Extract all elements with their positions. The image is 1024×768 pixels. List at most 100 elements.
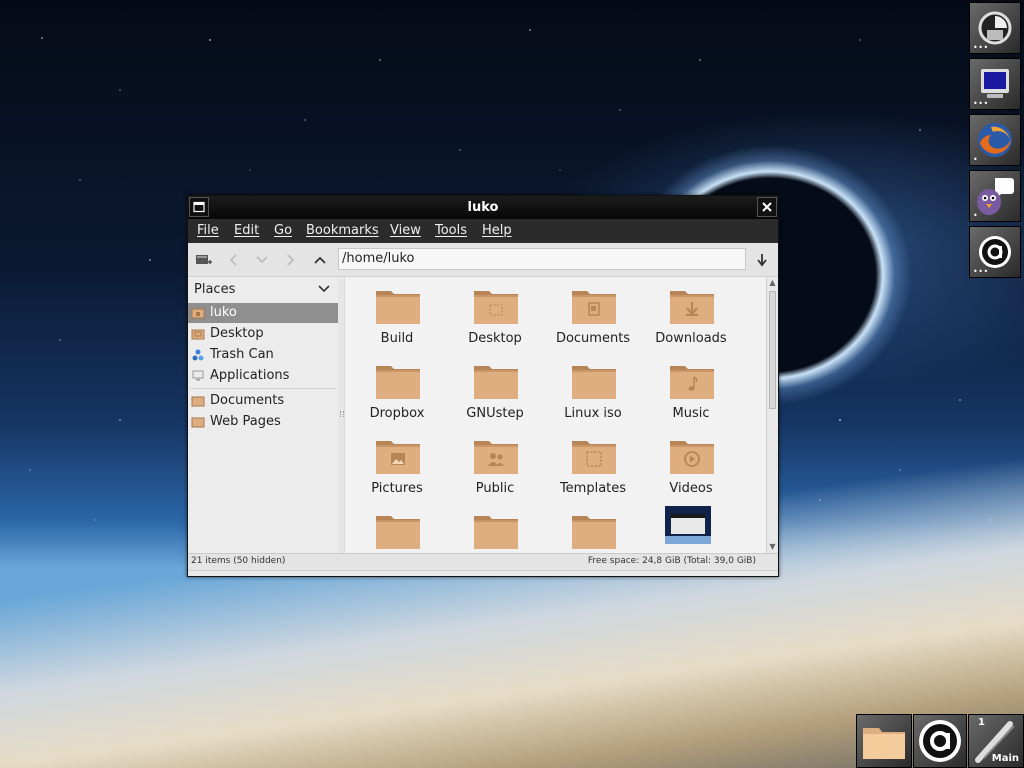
menu-file[interactable]: File	[197, 219, 219, 243]
workspace-number: 1	[978, 717, 985, 728]
menu-tools[interactable]: Tools	[435, 219, 467, 243]
sidebar-item-trash[interactable]: Trash Can	[188, 345, 338, 365]
dock-a-app-bottom[interactable]	[913, 714, 967, 768]
parent-folder-button[interactable]	[308, 248, 332, 272]
location-field[interactable]: /home/luko	[338, 248, 746, 270]
file-item-label: Documents	[555, 331, 631, 346]
folder-icon	[376, 516, 420, 549]
window-menu-button[interactable]	[189, 197, 209, 217]
close-icon	[762, 202, 772, 212]
menu-view[interactable]: View	[390, 219, 421, 243]
scroll-up-arrow[interactable]: ▲	[768, 278, 777, 288]
a-app-dock-icon	[919, 720, 961, 762]
dock-workspace-clip[interactable]: 1 Main	[968, 714, 1024, 768]
close-button[interactable]	[757, 197, 777, 217]
folder-icon	[191, 417, 205, 428]
file-item-label: Desktop	[468, 331, 522, 346]
file-item-label: Downloads	[655, 331, 727, 346]
window-resize-bar[interactable]	[188, 570, 778, 576]
places-header[interactable]: Places	[188, 277, 338, 303]
history-dropdown-button[interactable]	[250, 248, 274, 272]
file-item-label: Videos	[669, 481, 713, 496]
sidebar-item-luko[interactable]: luko	[188, 303, 338, 323]
sidebar-item-applications[interactable]: Applications	[188, 366, 338, 386]
sidebar-item-label: Desktop	[210, 326, 264, 341]
menu-bar: File Edit Go Bookmarks View Tools Help	[188, 219, 778, 243]
dock-monitor[interactable]: • • •	[969, 58, 1021, 110]
file-item[interactable]: Videos	[643, 429, 739, 501]
file-item-label: Templates	[559, 481, 627, 496]
chevron-up-icon	[314, 256, 326, 264]
file-item[interactable]: Templates	[545, 429, 641, 501]
file-item[interactable]	[349, 504, 445, 553]
file-item[interactable]: Downloads	[643, 279, 739, 351]
file-item[interactable]	[643, 504, 739, 553]
vertical-scrollbar[interactable]: ▲ ▼	[766, 277, 778, 553]
file-item[interactable]: Build	[349, 279, 445, 351]
file-item[interactable]: Public	[447, 429, 543, 501]
music-folder-icon	[670, 366, 714, 399]
folder-icon	[572, 516, 616, 549]
window-titlebar[interactable]: luko	[188, 196, 778, 219]
folder-icon	[572, 366, 616, 399]
public-folder-icon	[474, 441, 518, 474]
sidebar: Places luko Desktop Trash Can Applicatio…	[188, 277, 338, 553]
clock-dock-icon	[978, 11, 1012, 45]
file-item[interactable]	[447, 504, 543, 553]
menu-edit[interactable]: Edit	[234, 219, 259, 243]
firefox-dock-icon	[978, 123, 1012, 157]
pictures-folder-icon	[376, 441, 420, 474]
chevron-right-icon	[287, 254, 295, 266]
dock-file-manager[interactable]	[856, 714, 912, 768]
file-item[interactable]: Documents	[545, 279, 641, 351]
file-item[interactable]	[545, 504, 641, 553]
file-view: Build Desktop Documents Downloads Dropbox GNU…	[344, 277, 767, 553]
item-count-status: 21 items (50 hidden)	[191, 556, 286, 566]
file-manager-window: luko File Edit Go Bookmarks View Tools H…	[187, 195, 779, 577]
home-folder-icon	[191, 308, 205, 319]
toolbar: /home/luko	[188, 243, 778, 277]
chevron-down-icon	[318, 285, 330, 293]
chevron-down-icon	[256, 256, 268, 264]
go-arrow-icon	[757, 254, 767, 267]
status-bar: 21 items (50 hidden) Free space: 24,8 Gi…	[188, 553, 778, 570]
chevron-left-icon	[229, 254, 237, 266]
file-item[interactable]: Desktop	[447, 279, 543, 351]
file-item[interactable]: Pictures	[349, 429, 445, 501]
sidebar-item-documents[interactable]: Documents	[188, 391, 338, 411]
sidebar-item-label: luko	[210, 305, 237, 320]
dock-firefox[interactable]: •	[969, 114, 1021, 166]
back-button[interactable]	[222, 248, 246, 272]
folder-icon	[474, 516, 518, 549]
folder-icon	[191, 396, 205, 407]
go-button[interactable]	[750, 248, 774, 272]
sidebar-item-label: Documents	[210, 393, 285, 408]
dock-running-indicator: • • •	[973, 43, 988, 52]
scroll-thumb[interactable]	[769, 291, 776, 409]
videos-folder-icon	[670, 441, 714, 474]
forward-button[interactable]	[278, 248, 302, 272]
pidgin-dock-icon	[977, 178, 1014, 215]
menu-go[interactable]: Go	[274, 219, 292, 243]
new-window-button[interactable]	[192, 248, 216, 272]
dock-running-indicator: •	[973, 211, 978, 220]
folder-icon	[376, 291, 420, 324]
file-item[interactable]: Music	[643, 354, 739, 426]
menu-bookmarks[interactable]: Bookmarks	[306, 219, 379, 243]
dock-a-app[interactable]: • • •	[969, 226, 1021, 278]
file-item[interactable]: Dropbox	[349, 354, 445, 426]
sidebar-item-web-pages[interactable]: Web Pages	[188, 412, 338, 432]
file-item-label: Build	[380, 331, 414, 346]
sidebar-item-desktop[interactable]: Desktop	[188, 324, 338, 344]
file-item[interactable]: GNUstep	[447, 354, 543, 426]
folder-dock-icon	[863, 728, 905, 759]
scroll-down-arrow[interactable]: ▼	[768, 542, 777, 552]
dock-pidgin[interactable]: •	[969, 170, 1021, 222]
dock-clock[interactable]: • • •	[969, 2, 1021, 54]
downloads-folder-icon	[670, 291, 714, 324]
places-header-label: Places	[194, 282, 236, 297]
file-item-label: GNUstep	[466, 406, 524, 421]
file-item[interactable]: Linux iso	[545, 354, 641, 426]
dock-running-indicator: •	[973, 155, 978, 164]
menu-help[interactable]: Help	[482, 219, 512, 243]
